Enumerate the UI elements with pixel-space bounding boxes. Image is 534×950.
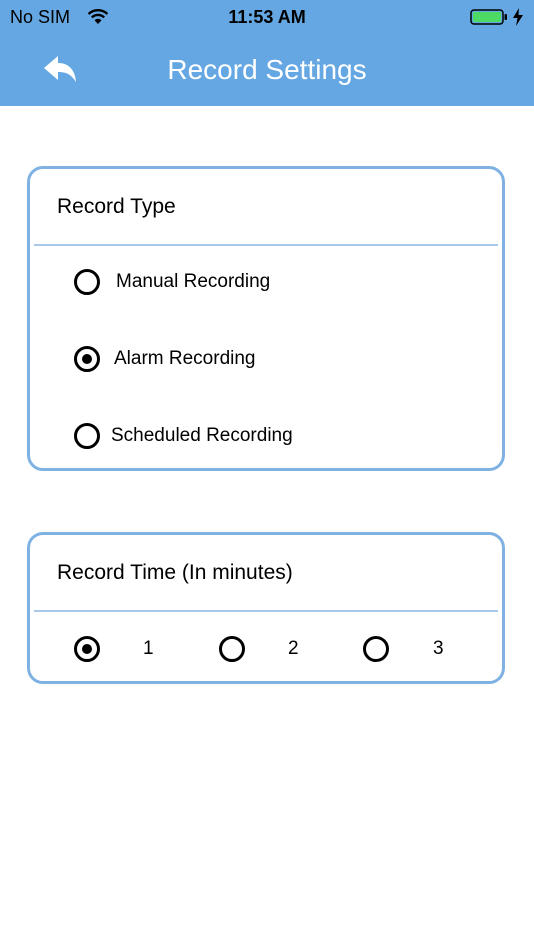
- radio-label: Alarm Recording: [114, 348, 256, 369]
- navigation-header: No SIM 11:53 AM Record Settings: [0, 0, 534, 106]
- radio-label: 2: [288, 638, 299, 659]
- record-type-card: Record Type Manual Recording Alarm Recor…: [27, 166, 505, 471]
- radio-button-icon: [363, 636, 389, 662]
- radio-label: Scheduled Recording: [111, 425, 293, 446]
- charging-bolt-icon: [513, 8, 523, 26]
- radio-button-selected-icon: [74, 346, 100, 372]
- radio-button-icon: [74, 423, 100, 449]
- radio-option-manual-recording[interactable]: Manual Recording: [74, 269, 270, 295]
- record-type-title: Record Type: [57, 195, 176, 218]
- record-time-card: Record Time (In minutes) 1 2 3: [27, 532, 505, 684]
- record-time-title: Record Time (In minutes): [57, 561, 293, 584]
- radio-option-scheduled-recording[interactable]: Scheduled Recording: [74, 423, 293, 449]
- radio-button-icon: [74, 269, 100, 295]
- status-time: 11:53 AM: [228, 7, 306, 27]
- card-divider: [34, 244, 498, 246]
- radio-option-3-minutes[interactable]: 3: [363, 636, 444, 662]
- radio-label: 1: [143, 638, 154, 659]
- radio-label: Manual Recording: [116, 271, 271, 292]
- radio-option-1-minute[interactable]: 1: [74, 636, 154, 662]
- radio-option-2-minutes[interactable]: 2: [219, 636, 299, 662]
- card-divider: [34, 610, 498, 612]
- radio-option-alarm-recording[interactable]: Alarm Recording: [74, 346, 256, 372]
- radio-button-selected-icon: [74, 636, 100, 662]
- battery-icon: [470, 9, 507, 25]
- page-title: Record Settings: [167, 54, 367, 85]
- radio-button-icon: [219, 636, 245, 662]
- status-bar: No SIM 11:53 AM: [0, 0, 534, 36]
- radio-label: 3: [433, 638, 444, 659]
